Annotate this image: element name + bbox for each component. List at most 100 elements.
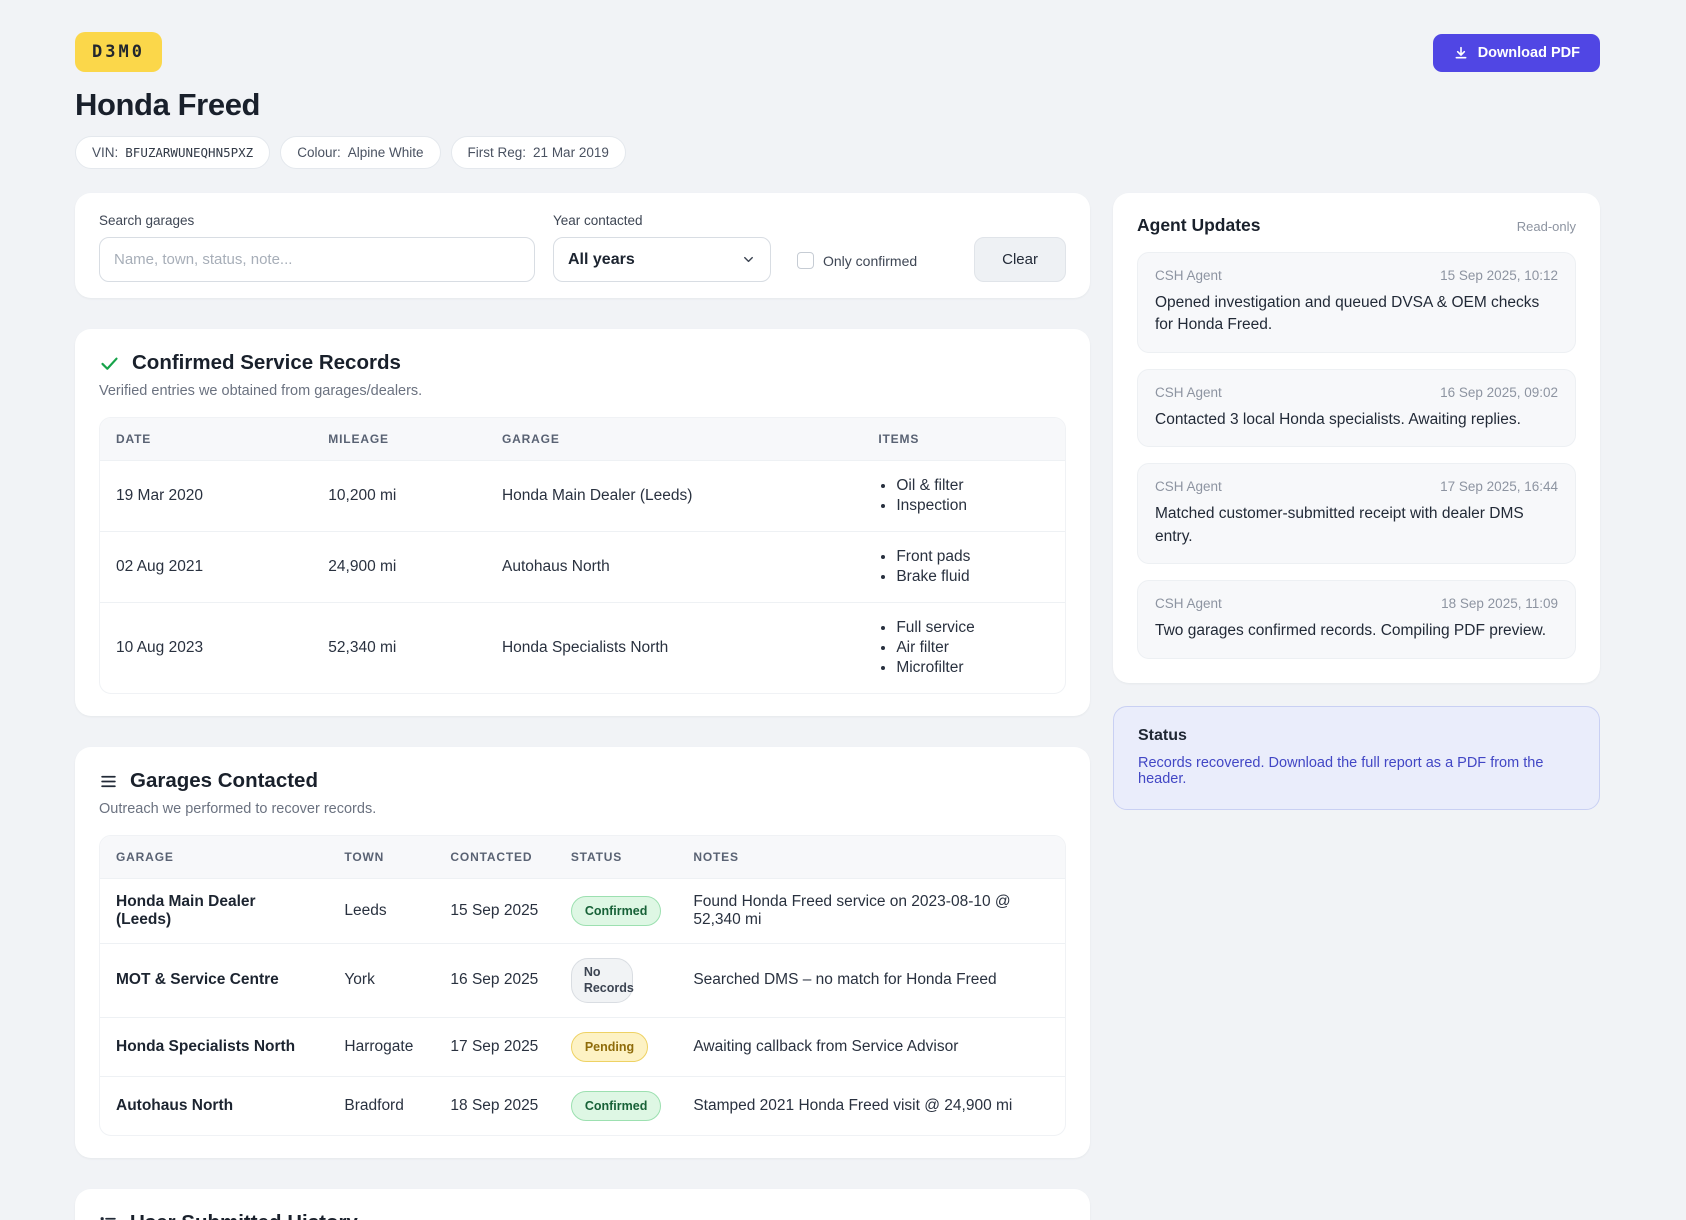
first-reg-chip-value: 21 Mar 2019 [533,145,609,160]
update-message: Contacted 3 local Honda specialists. Awa… [1155,409,1558,431]
year-field-group: Year contacted All years [553,213,771,282]
status-badge: Confirmed [571,1091,662,1121]
menu-lines-icon [99,772,118,791]
only-confirmed-checkbox[interactable] [797,252,814,269]
table-row: 10 Aug 2023 52,340 mi Honda Specialists … [100,603,1065,694]
garages-contacted-header: Garages Contacted [99,769,1066,793]
service-records-table: DATE MILEAGE GARAGE ITEMS 19 Mar 2020 10… [99,417,1066,694]
col-notes: NOTES [677,836,1065,879]
record-item: Inspection [896,497,1049,515]
clear-button[interactable]: Clear [974,237,1066,282]
record-item: Brake fluid [896,568,1049,586]
record-items: Front pads Brake fluid [862,532,1065,603]
garage-town: Leeds [328,879,434,944]
col-contacted: CONTACTED [434,836,554,879]
update-timestamp: 17 Sep 2025, 16:44 [1440,479,1558,494]
first-reg-chip: First Reg: 21 Mar 2019 [451,136,626,169]
agent-updates-card: Agent Updates Read-only CSH Agent 15 Sep… [1113,193,1600,683]
search-input[interactable] [99,237,535,282]
update-message: Matched customer-submitted receipt with … [1155,503,1558,548]
record-item: Front pads [896,548,1049,566]
agent-name: CSH Agent [1155,596,1222,611]
status-badge: Confirmed [571,896,662,926]
download-pdf-button[interactable]: Download PDF [1433,34,1600,72]
year-select[interactable]: All years [553,237,771,282]
search-field-group: Search garages [99,213,535,282]
demo-badge: D3M0 [75,32,162,72]
record-date: 10 Aug 2023 [100,603,312,694]
garage-status: No Records [555,944,678,1018]
garage-contacted: 17 Sep 2025 [434,1017,554,1076]
vin-chip: VIN: BFUZARWUNEQHN5PXZ [75,136,270,169]
garage-town: Bradford [328,1076,434,1135]
table-row: Honda Specialists North Harrogate 17 Sep… [100,1017,1065,1076]
page-header: D3M0 Download PDF [75,32,1600,72]
year-select-value: All years [568,251,635,269]
record-garage: Autohaus North [486,532,862,603]
service-records-header-row: DATE MILEAGE GARAGE ITEMS [100,418,1065,461]
download-icon [1453,45,1469,61]
col-status: STATUS [555,836,678,879]
vin-chip-label: VIN: [92,145,118,160]
user-history-title: User Submitted History [130,1211,358,1220]
garage-contacted: 16 Sep 2025 [434,944,554,1018]
only-confirmed-label: Only confirmed [823,253,917,269]
status-badge: Pending [571,1032,648,1062]
year-label: Year contacted [553,213,771,228]
service-records-title: Confirmed Service Records [132,351,401,375]
status-panel-message: Records recovered. Download the full rep… [1138,755,1575,787]
col-mileage: MILEAGE [312,418,486,461]
update-timestamp: 18 Sep 2025, 11:09 [1441,596,1558,611]
record-items: Oil & filter Inspection [862,461,1065,532]
vehicle-chips: VIN: BFUZARWUNEQHN5PXZ Colour: Alpine Wh… [75,136,1600,169]
garage-contacted: 18 Sep 2025 [434,1076,554,1135]
agent-update-item: CSH Agent 16 Sep 2025, 09:02 Contacted 3… [1137,369,1576,447]
garage-contacted: 15 Sep 2025 [434,879,554,944]
sidebar: Agent Updates Read-only CSH Agent 15 Sep… [1113,193,1600,810]
filters-card: Search garages Year contacted All years [75,193,1090,298]
record-items: Full service Air filter Microfilter [862,603,1065,694]
record-item: Full service [896,619,1049,637]
record-garage: Honda Specialists North [486,603,862,694]
agent-update-item: CSH Agent 17 Sep 2025, 16:44 Matched cus… [1137,463,1576,564]
service-records-card: Confirmed Service Records Verified entri… [75,329,1090,716]
garage-notes: Awaiting callback from Service Advisor [677,1017,1065,1076]
record-item: Microfilter [896,659,1049,677]
table-row: MOT & Service Centre York 16 Sep 2025 No… [100,944,1065,1018]
garage-name: MOT & Service Centre [100,944,328,1018]
record-item: Air filter [896,639,1049,657]
colour-chip-value: Alpine White [348,145,424,160]
table-row: Honda Main Dealer (Leeds) Leeds 15 Sep 2… [100,879,1065,944]
service-records-subtitle: Verified entries we obtained from garage… [99,383,1066,399]
vin-chip-value: BFUZARWUNEQHN5PXZ [125,145,253,160]
agent-name: CSH Agent [1155,479,1222,494]
download-pdf-label: Download PDF [1478,45,1580,61]
chevron-down-icon [741,252,756,267]
status-panel-title: Status [1138,727,1575,745]
garage-name: Honda Main Dealer (Leeds) [100,879,328,944]
record-mileage: 52,340 mi [312,603,486,694]
table-row: Autohaus North Bradford 18 Sep 2025 Conf… [100,1076,1065,1135]
agent-name: CSH Agent [1155,268,1222,283]
garage-notes: Found Honda Freed service on 2023-08-10 … [677,879,1065,944]
search-label: Search garages [99,213,535,228]
garages-contacted-subtitle: Outreach we performed to recover records… [99,801,1066,817]
garage-town: Harrogate [328,1017,434,1076]
readonly-tag: Read-only [1517,219,1576,234]
main-layout: Search garages Year contacted All years [75,193,1600,1220]
update-message: Two garages confirmed records. Compiling… [1155,620,1558,642]
list-icon [99,1214,118,1220]
service-records-header: Confirmed Service Records [99,351,1066,375]
main-column: Search garages Year contacted All years [75,193,1090,1220]
garage-notes: Stamped 2021 Honda Freed visit @ 24,900 … [677,1076,1065,1135]
update-message: Opened investigation and queued DVSA & O… [1155,292,1558,337]
garage-notes: Searched DMS – no match for Honda Freed [677,944,1065,1018]
agent-update-item: CSH Agent 15 Sep 2025, 10:12 Opened inve… [1137,252,1576,353]
agent-name: CSH Agent [1155,385,1222,400]
colour-chip-label: Colour: [297,145,341,160]
first-reg-chip-label: First Reg: [468,145,527,160]
agent-updates-title: Agent Updates [1137,215,1260,236]
record-mileage: 10,200 mi [312,461,486,532]
page-title: Honda Freed [75,87,1600,123]
garage-status: Pending [555,1017,678,1076]
